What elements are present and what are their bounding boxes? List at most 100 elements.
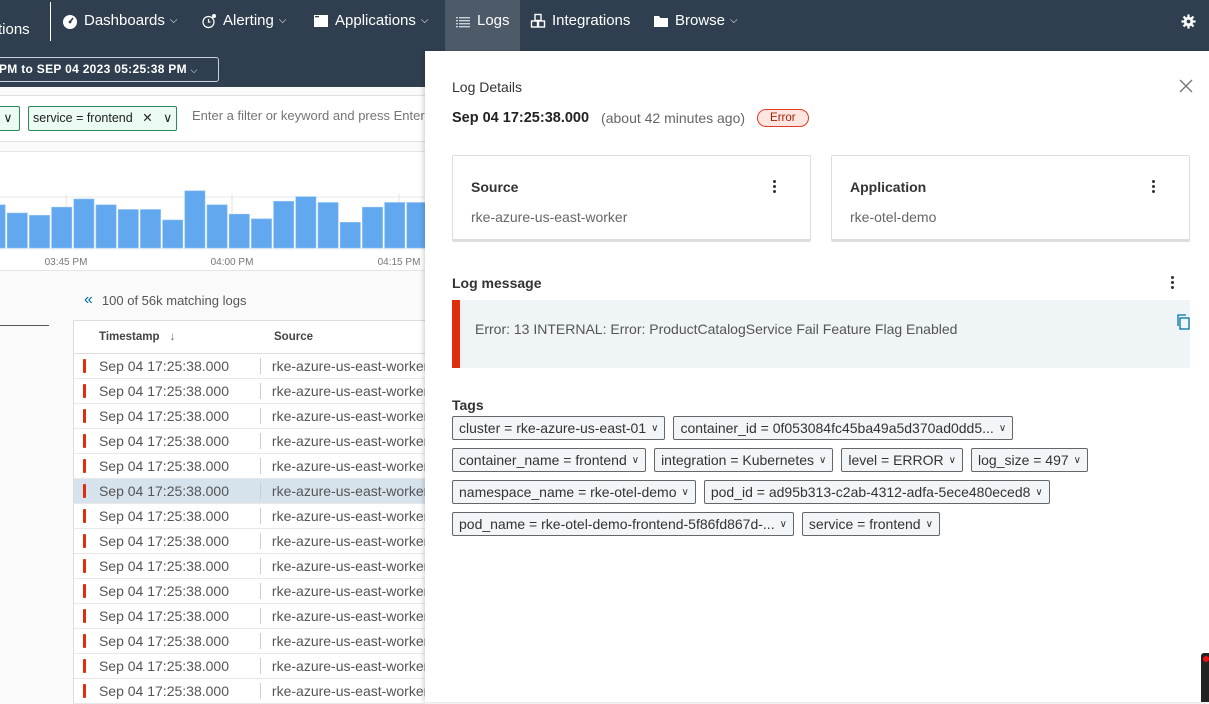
tag-chip[interactable]: namespace_name = rke-otel-demo ∨ [452, 480, 696, 504]
chart-bar[interactable] [251, 218, 272, 249]
panel-title: Log Details [452, 79, 523, 95]
chart-bar[interactable] [73, 198, 95, 249]
application-window-icon [314, 14, 328, 27]
tag-chip[interactable]: pod_name = rke-otel-demo-frontend-5f86fd… [452, 512, 794, 536]
row-source: rke-azure-us-east-worker [271, 358, 425, 374]
tag-chip[interactable]: pod_id = ad95b313-c2ab-4312-adfa-5ece480… [703, 480, 1050, 504]
chart-bar[interactable] [95, 204, 117, 249]
nav-item-applications[interactable]: Applications ⌵ [313, 0, 428, 41]
error-level-indicator [83, 534, 86, 548]
table-row[interactable]: Sep 04 17:25:38.000 rke-azure-us-east-wor… [74, 454, 425, 479]
tag-chip[interactable]: container_id = 0f053084fc45ba49a5d370ad0… [673, 416, 1014, 440]
close-icon[interactable] [1178, 78, 1194, 94]
chart-bar[interactable] [206, 204, 228, 249]
table-row[interactable]: Sep 04 17:25:38.000 rke-azure-us-east-wor… [74, 629, 425, 654]
tag-chip[interactable]: integration = Kubernetes ∨ [654, 448, 834, 472]
tag-chip[interactable]: level = ERROR ∨ [841, 448, 963, 472]
filter-chip-service[interactable]: service = frontend ✕ ∨ [28, 106, 178, 131]
chart-bar[interactable] [228, 213, 250, 249]
nav-item-dashboards[interactable]: Dashboards ⌵ [62, 0, 177, 41]
nav-item-alerting[interactable]: Alerting ⌵ [201, 0, 286, 41]
application-card: Application rke-otel-demo [831, 155, 1190, 242]
tag-chip[interactable]: container_name = frontend ∨ [452, 448, 647, 472]
chart-bar[interactable] [406, 202, 425, 249]
chart-bar[interactable] [339, 222, 361, 249]
error-level-indicator [83, 634, 86, 648]
chart-bar[interactable] [0, 204, 6, 249]
row-timestamp: Sep 04 17:25:38.000 [98, 633, 229, 649]
row-timestamp: Sep 04 17:25:38.000 [98, 608, 229, 624]
table-row[interactable]: Sep 04 17:25:38.000 rke-azure-us-east-wor… [74, 579, 425, 604]
error-level-indicator [83, 509, 86, 523]
table-row[interactable]: Sep 04 17:25:38.000 rke-azure-us-east-wor… [74, 404, 425, 429]
table-row[interactable]: Sep 04 17:25:38.000 rke-azure-us-east-wor… [74, 504, 425, 529]
copy-icon[interactable] [1177, 314, 1191, 330]
log-relative-time: (about 42 minutes ago) [601, 110, 746, 126]
chevron-down-icon: ∨ [1073, 454, 1081, 466]
results-summary: « 100 of 56k matching logs [84, 291, 246, 309]
tags-list: cluster = rke-azure-us-east-01 ∨ container… [452, 416, 1192, 544]
collapse-left-icon[interactable]: « [84, 291, 93, 309]
chevron-down-icon[interactable]: ∨ [163, 111, 172, 125]
log-volume-chart: 03:45 PM 04:00 PM 04:15 PM [0, 151, 425, 271]
tag-row: container_name = frontend ∨ integration = … [452, 448, 1192, 480]
table-row[interactable]: Sep 04 17:25:38.000 rke-azure-us-east-wor… [74, 529, 425, 554]
table-row[interactable]: Sep 04 17:25:38.000 rke-azure-us-east-wor… [74, 679, 425, 704]
row-timestamp: Sep 04 17:25:38.000 [98, 683, 229, 699]
more-options-icon[interactable] [771, 180, 777, 198]
chart-bar[interactable] [117, 209, 139, 249]
tag-chip[interactable]: log_size = 497 ∨ [970, 448, 1088, 472]
log-message-box: Error: 13 INTERNAL: Error: ProductCatalo… [452, 300, 1190, 368]
table-row[interactable]: Sep 04 17:25:38.000 rke-azure-us-east-wor… [74, 354, 425, 379]
top-nav: tions Dashboards ⌵ Alerting ⌵ Applications… [0, 0, 1209, 51]
nav-divider [50, 2, 51, 41]
row-source: rke-azure-us-east-worker [271, 483, 425, 499]
nav-item-partial[interactable]: tions [0, 9, 30, 50]
table-row[interactable]: Sep 04 17:25:38.000 rke-azure-us-east-wor… [74, 654, 425, 679]
time-range-picker[interactable]: PM to SEP 04 2023 05:25:38 PM ⌵ [0, 57, 219, 82]
chart-bar[interactable] [51, 206, 73, 249]
chart-bar[interactable] [6, 212, 28, 249]
column-header-source[interactable]: Source [274, 331, 313, 343]
chart-bar[interactable] [362, 206, 383, 249]
table-row[interactable]: Sep 04 17:25:38.000 rke-azure-us-east-wor… [74, 479, 425, 504]
filter-input[interactable] [192, 108, 425, 123]
gear-icon[interactable] [1181, 14, 1196, 29]
chevron-down-icon: ∨ [925, 518, 933, 530]
chart-bar[interactable] [29, 215, 50, 249]
error-level-indicator [83, 559, 86, 573]
row-timestamp: Sep 04 17:25:38.000 [98, 383, 229, 399]
row-source: rke-azure-us-east-worker [271, 658, 425, 674]
column-header-timestamp[interactable]: Timestamp ↓ [74, 331, 274, 343]
chevron-down-icon: ∨ [819, 454, 827, 466]
chevron-down-icon: ⌵ [278, 15, 287, 26]
table-row[interactable]: Sep 04 17:25:38.000 rke-azure-us-east-wor… [74, 554, 425, 579]
list-icon [456, 17, 470, 28]
tag-chip[interactable]: cluster = rke-azure-us-east-01 ∨ [452, 416, 666, 440]
error-level-indicator [83, 434, 86, 448]
nav-item-integrations[interactable]: Integrations [530, 0, 630, 41]
table-row[interactable]: Sep 04 17:25:38.000 rke-azure-us-east-wor… [74, 604, 425, 629]
chart-bar[interactable] [162, 219, 184, 249]
nav-label: Dashboards [84, 12, 165, 29]
chart-bar[interactable] [184, 190, 206, 249]
row-timestamp: Sep 04 17:25:38.000 [98, 558, 229, 574]
chart-bar[interactable] [140, 209, 161, 249]
chevron-down-icon: ∨ [948, 454, 956, 466]
chart-bar[interactable] [384, 202, 406, 249]
chart-bar[interactable] [295, 196, 317, 249]
filter-chip-partial[interactable]: ∨ [0, 106, 20, 131]
table-row[interactable]: Sep 04 17:25:38.000 rke-azure-us-east-wor… [74, 379, 425, 404]
more-options-icon[interactable] [1150, 180, 1156, 198]
tag-chip[interactable]: service = frontend ∨ [801, 512, 940, 536]
remove-filter-icon[interactable]: ✕ [142, 111, 152, 125]
side-feedback-widget[interactable] [1201, 653, 1209, 702]
table-row[interactable]: Sep 04 17:25:38.000 rke-azure-us-east-wor… [74, 429, 425, 454]
more-options-icon[interactable] [1169, 276, 1175, 294]
nav-label: Logs [477, 12, 510, 29]
chart-bar[interactable] [317, 202, 339, 249]
nav-item-browse[interactable]: Browse ⌵ [653, 0, 738, 41]
error-level-indicator [83, 459, 86, 473]
chart-bar[interactable] [273, 201, 295, 249]
nav-item-logs[interactable]: Logs [445, 0, 520, 51]
